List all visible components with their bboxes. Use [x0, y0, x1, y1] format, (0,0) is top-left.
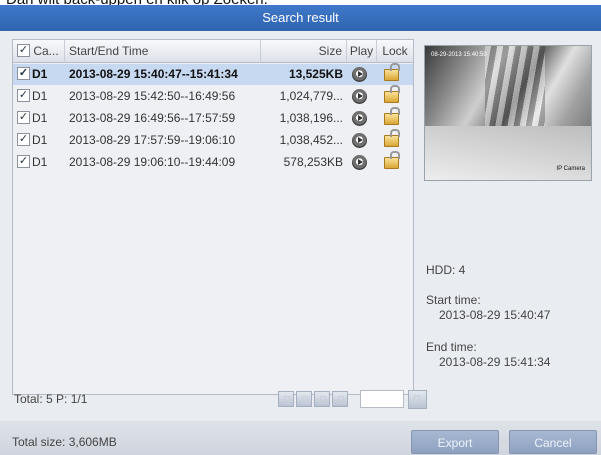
list-header: ✓ Ca... Start/End Time Size Play Lock — [13, 40, 413, 63]
unlock-icon[interactable] — [384, 63, 400, 81]
row-checkbox[interactable]: ✓ — [17, 133, 30, 147]
row-size: 1,038,452... — [279, 133, 343, 147]
start-time-value: 2013-08-29 15:40:47 — [439, 308, 551, 322]
row-time: 2013-08-29 15:42:50--16:49:56 — [69, 89, 236, 103]
header-camera-label: Ca... — [33, 44, 59, 58]
unlock-icon[interactable] — [384, 129, 400, 147]
hdd-info: HDD: 4 — [426, 263, 466, 277]
end-time-label: End time: — [426, 340, 477, 354]
row-size: 13,525KB — [288, 67, 343, 81]
row-time: 2013-08-29 19:06:10--19:44:09 — [69, 155, 236, 169]
row-time: 2013-08-29 15:40:47--15:41:34 — [69, 67, 238, 81]
end-time-value: 2013-08-29 15:41:34 — [439, 355, 551, 369]
unlock-icon[interactable] — [384, 107, 400, 125]
play-icon[interactable] — [352, 155, 367, 170]
row-size: 578,253KB — [283, 155, 343, 169]
go-page-button[interactable] — [408, 390, 427, 409]
header-time[interactable]: Start/End Time — [65, 40, 261, 62]
play-icon[interactable] — [352, 133, 367, 148]
table-row[interactable]: ✓ D1 2013-08-29 16:49:56--17:57:59 1,038… — [13, 107, 413, 129]
export-button[interactable]: Export — [411, 430, 499, 454]
row-camera: D1 — [32, 67, 48, 81]
preview-thumbnail: 08-29-2013 15:40:50 IP Camera — [424, 45, 592, 181]
next-page-button[interactable] — [314, 391, 330, 407]
preview-timestamp: 08-29-2013 15:40:50 — [431, 52, 487, 58]
row-size: 1,024,779... — [279, 89, 343, 103]
header-camera[interactable]: ✓ Ca... — [13, 40, 65, 62]
header-size[interactable]: Size — [261, 40, 347, 62]
preview-camera-label: IP Camera — [556, 166, 585, 172]
start-time-label: Start time: — [426, 293, 481, 307]
page-number-input[interactable] — [360, 390, 404, 408]
row-checkbox[interactable]: ✓ — [17, 89, 30, 103]
search-result-dialog: Search result ✓ Ca... Start/End Time Siz… — [0, 5, 601, 455]
play-icon[interactable] — [352, 67, 367, 82]
row-camera: D1 — [32, 133, 48, 147]
row-checkbox[interactable]: ✓ — [17, 111, 30, 125]
play-icon[interactable] — [352, 111, 367, 126]
row-checkbox[interactable]: ✓ — [17, 155, 30, 169]
play-icon[interactable] — [352, 89, 367, 104]
row-camera: D1 — [32, 155, 48, 169]
unlock-icon[interactable] — [384, 85, 400, 103]
dialog-title: Search result — [0, 5, 601, 31]
total-size: Total size: 3,606MB — [12, 435, 117, 449]
footer-bar: Total size: 3,606MB Export Cancel — [0, 421, 601, 455]
select-all-checkbox[interactable]: ✓ — [17, 44, 30, 58]
result-list: ✓ Ca... Start/End Time Size Play Lock ✓ … — [12, 39, 414, 395]
header-lock: Lock — [382, 44, 408, 58]
cancel-button[interactable]: Cancel — [509, 430, 597, 454]
table-row[interactable]: ✓ D1 2013-08-29 15:40:47--15:41:34 13,52… — [13, 63, 413, 85]
total-count: Total: 5 P: 1/1 — [14, 392, 88, 406]
row-checkbox[interactable]: ✓ — [17, 67, 30, 81]
row-time: 2013-08-29 17:57:59--19:06:10 — [69, 133, 236, 147]
table-row[interactable]: ✓ D1 2013-08-29 17:57:59--19:06:10 1,038… — [13, 129, 413, 151]
first-page-button[interactable] — [278, 391, 294, 407]
table-row[interactable]: ✓ D1 2013-08-29 19:06:10--19:44:09 578,2… — [13, 151, 413, 173]
header-play: Play — [347, 40, 377, 62]
unlock-icon[interactable] — [384, 151, 400, 169]
row-time: 2013-08-29 16:49:56--17:57:59 — [69, 111, 236, 125]
prev-page-button[interactable] — [296, 391, 312, 407]
row-camera: D1 — [32, 111, 48, 125]
table-row[interactable]: ✓ D1 2013-08-29 15:42:50--16:49:56 1,024… — [13, 85, 413, 107]
row-camera: D1 — [32, 89, 48, 103]
last-page-button[interactable] — [332, 391, 348, 407]
pagination-bar: Total: 5 P: 1/1 — [12, 385, 427, 413]
row-size: 1,038,196... — [279, 111, 343, 125]
